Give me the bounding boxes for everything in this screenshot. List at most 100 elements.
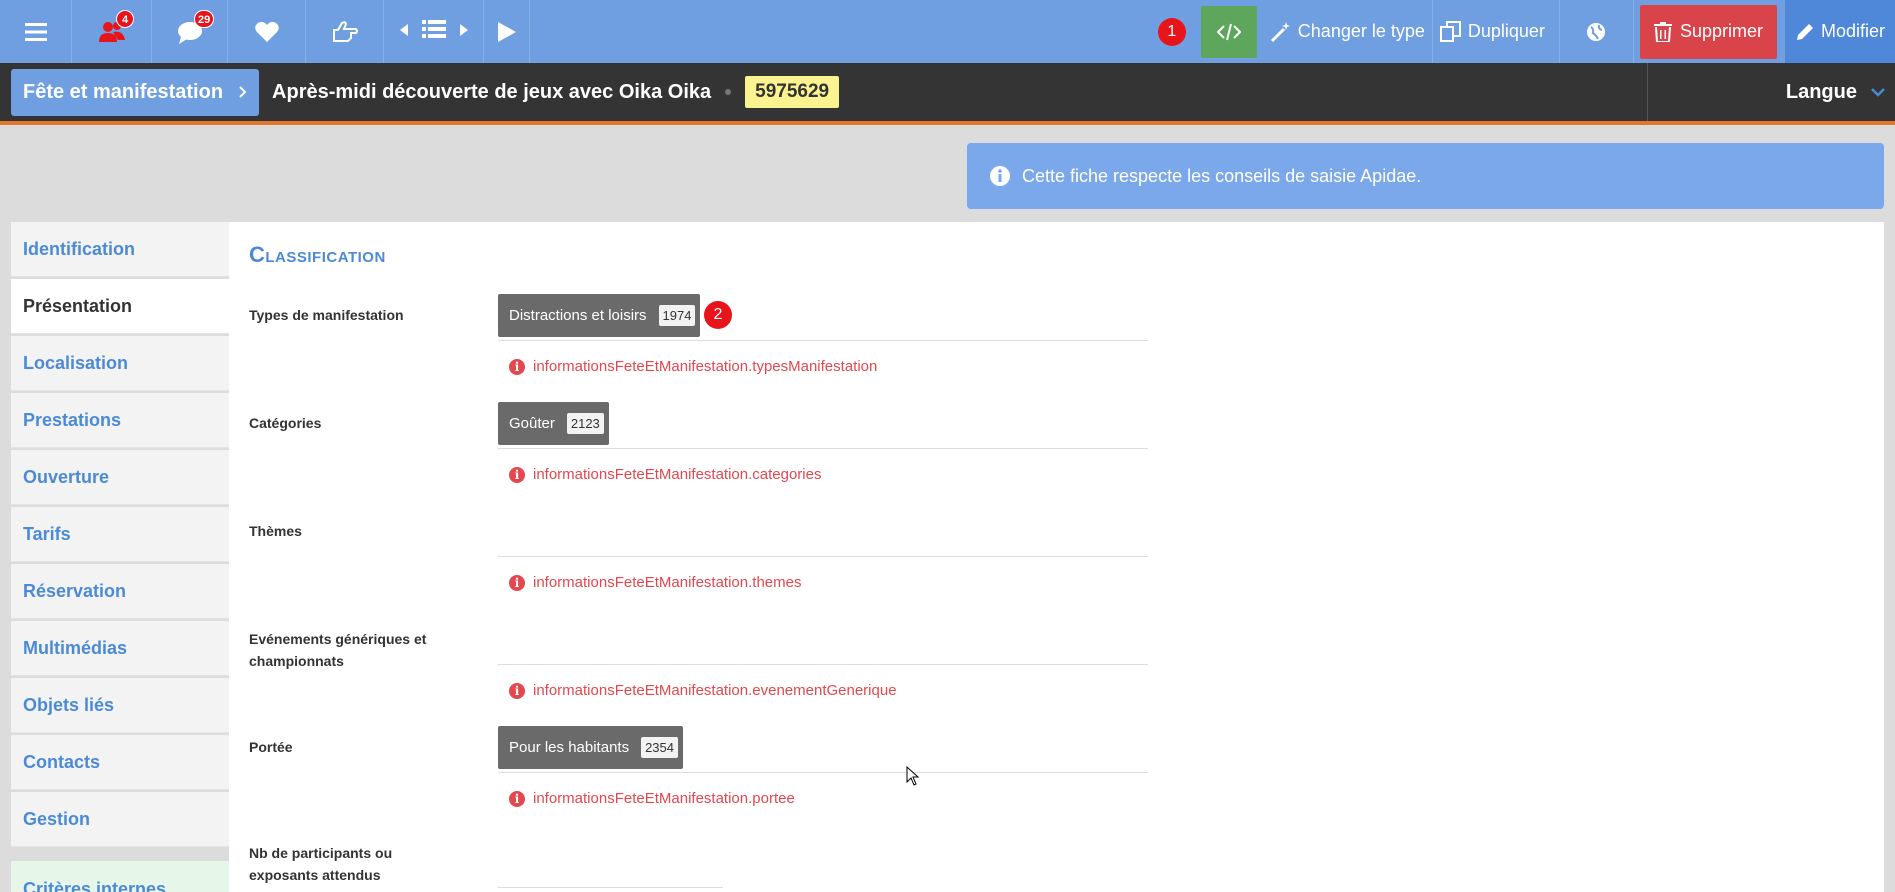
chevron-down-icon	[1871, 87, 1885, 97]
field-label: Portée	[249, 739, 293, 755]
field-error: i informationsFeteEtManifestation.themes	[509, 574, 801, 591]
users-count-badge: 4	[116, 10, 134, 28]
field-label: Nb de participants ou exposants attendus	[249, 845, 393, 883]
record-header: Fête et manifestation Après-midi découve…	[0, 63, 1895, 125]
tag-label: Pour les habitants	[509, 739, 630, 756]
list-navigation	[384, 0, 484, 63]
previous-icon[interactable]	[399, 23, 408, 41]
tag-count: 2354	[641, 737, 678, 758]
users-notifications-button[interactable]: 4	[72, 0, 152, 63]
globe-icon	[1587, 22, 1606, 41]
page-title: Après-midi découverte de jeux avec Oika …	[272, 80, 712, 103]
sidebar-item-tarifs[interactable]: Tarifs	[11, 507, 229, 562]
marker-2: 2	[704, 301, 732, 329]
sidebar-item-multimedias[interactable]: Multimédias	[11, 621, 229, 676]
field-value: Distractions et loisirs 1974	[498, 294, 1148, 341]
tag-label: Distractions et loisirs	[509, 307, 647, 324]
field-value: Goûter 2123	[498, 402, 1148, 449]
delete-label: Supprimer	[1679, 21, 1763, 41]
play-button[interactable]	[484, 0, 530, 63]
field-value: Pour les habitants 2354	[498, 726, 1148, 773]
error-icon: i	[509, 574, 525, 591]
section-title: Classification	[249, 242, 386, 267]
info-banner: Cette fiche respecte les conseils de sai…	[967, 143, 1884, 209]
error-text: informationsFeteEtManifestation.categori…	[533, 466, 822, 483]
sidebar-item-criteres-internes[interactable]: Critères internes	[11, 861, 229, 892]
field-label: Types de manifestation	[249, 307, 404, 323]
section-sidebar: Identification Présentation Localisation…	[11, 222, 229, 892]
sidebar-item-prestations[interactable]: Prestations	[11, 393, 229, 448]
breadcrumb-label: Fête et manifestation	[23, 80, 224, 103]
marker-1: 1	[1157, 17, 1186, 46]
list-icon[interactable]	[421, 20, 446, 43]
error-icon: i	[509, 682, 525, 699]
comments-button[interactable]: 29	[152, 0, 228, 63]
info-icon	[990, 166, 1010, 186]
field-value[interactable]	[498, 618, 1148, 665]
field-label: Thèmes	[249, 523, 302, 539]
field-value[interactable]	[498, 842, 723, 888]
field-label: Evénements génériques et championnats	[249, 631, 427, 669]
point-button[interactable]	[306, 0, 384, 63]
field-error: i informationsFeteEtManifestation.evenem…	[509, 682, 897, 699]
tag-count: 2123	[566, 413, 604, 434]
error-text: informationsFeteEtManifestation.themes	[533, 574, 802, 591]
sidebar-item-presentation[interactable]: Présentation	[11, 279, 229, 334]
record-id-badge: 5975629	[745, 76, 840, 108]
change-type-button[interactable]: Changer le type	[1263, 0, 1433, 63]
modify-button[interactable]: Modifier	[1784, 0, 1895, 63]
main-panel: Classification Types de manifestation Di…	[229, 222, 1884, 892]
error-icon: i	[509, 790, 525, 807]
sidebar-item-reservation[interactable]: Réservation	[11, 564, 229, 619]
code-view-button[interactable]	[1200, 5, 1257, 58]
duplicate-label: Dupliquer	[1467, 21, 1545, 41]
delete-button[interactable]: Supprimer	[1639, 4, 1777, 59]
favorite-button[interactable]	[228, 0, 306, 63]
modify-label: Modifier	[1820, 21, 1885, 41]
globe-button[interactable]	[1560, 0, 1634, 63]
mouse-cursor-icon	[906, 766, 920, 786]
tag[interactable]: Goûter 2123	[498, 402, 609, 445]
code-icon	[1216, 23, 1241, 40]
tag-label: Goûter	[509, 415, 555, 432]
next-icon[interactable]	[459, 23, 468, 41]
language-label: Langue	[1785, 80, 1857, 103]
trash-icon	[1653, 21, 1672, 42]
error-icon: i	[509, 358, 525, 375]
copy-icon	[1439, 20, 1461, 42]
error-text: informationsFeteEtManifestation.portee	[533, 790, 795, 807]
tag[interactable]: Pour les habitants 2354	[498, 726, 683, 769]
info-message: Cette fiche respecte les conseils de sai…	[1022, 165, 1422, 186]
sidebar-item-objets-lies[interactable]: Objets liés	[11, 678, 229, 733]
sidebar-item-contacts[interactable]: Contacts	[11, 735, 229, 790]
sidebar-item-gestion[interactable]: Gestion	[11, 792, 229, 847]
play-icon	[497, 21, 516, 42]
tag[interactable]: Distractions et loisirs 1974	[498, 294, 701, 337]
hand-pointer-icon	[332, 20, 358, 42]
pencil-icon	[1796, 23, 1813, 40]
heart-icon	[254, 21, 279, 42]
sidebar-item-ouverture[interactable]: Ouverture	[11, 450, 229, 505]
chevron-right-icon	[239, 86, 247, 98]
hamburger-icon	[24, 22, 47, 41]
sidebar-item-identification[interactable]: Identification	[11, 222, 229, 277]
top-toolbar: 4 29 1 Changer le type Dupliquer Supprim…	[0, 0, 1895, 63]
breadcrumb[interactable]: Fête et manifestation	[11, 68, 260, 116]
comments-count-badge: 29	[194, 10, 215, 28]
separator-dot	[725, 89, 732, 95]
field-error: i informationsFeteEtManifestation.catego…	[509, 466, 821, 483]
field-label: Catégories	[249, 415, 322, 431]
error-text: informationsFeteEtManifestation.typesMan…	[533, 358, 878, 375]
duplicate-button[interactable]: Dupliquer	[1433, 0, 1560, 63]
change-type-label: Changer le type	[1297, 21, 1425, 41]
field-error: i informationsFeteEtManifestation.portee	[509, 790, 795, 807]
magic-wand-icon	[1270, 21, 1290, 42]
menu-button[interactable]	[0, 0, 72, 63]
language-selector[interactable]: Langue	[1647, 63, 1895, 121]
error-icon: i	[509, 466, 525, 483]
tag-count: 1974	[658, 305, 696, 326]
sidebar-item-localisation[interactable]: Localisation	[11, 336, 229, 391]
field-value[interactable]	[498, 510, 1148, 557]
error-text: informationsFeteEtManifestation.evenemen…	[533, 682, 897, 699]
